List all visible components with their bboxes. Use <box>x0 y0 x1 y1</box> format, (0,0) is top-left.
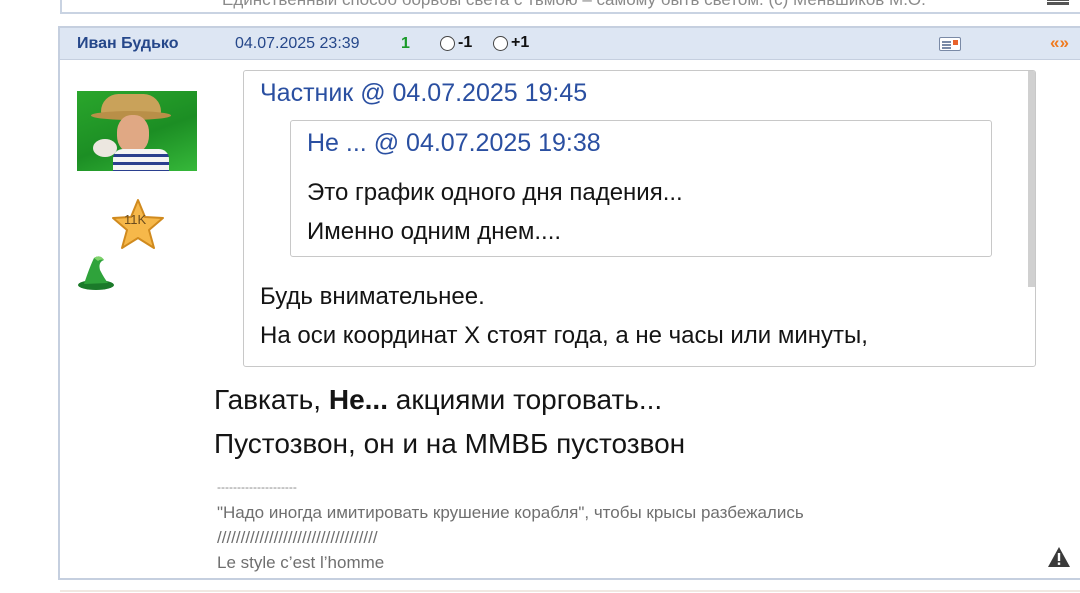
reply-text: акциями торговать... <box>387 384 663 415</box>
nested-quote-line: Именно одним днем.... <box>307 218 562 245</box>
reply-line: Пустозвон, он и на ММВБ пустозвон <box>214 428 686 459</box>
quote-at: @ <box>360 79 386 107</box>
nested-quote-author[interactable]: Не ... <box>307 129 367 157</box>
nested-quote-line: Это график одного дня падения... <box>307 179 683 206</box>
author-name[interactable]: Иван Будько <box>77 35 178 53</box>
previous-post-signature: Единственный способ борьбы света с тьмою… <box>222 0 926 10</box>
quote-reply-button[interactable]: «» <box>1050 33 1069 53</box>
quote-line: Будь внимательнее. <box>260 283 485 310</box>
reply-text: Гавкать, <box>214 384 329 415</box>
vote-plus-radio[interactable] <box>493 35 508 51</box>
nested-quote-block: Не ... @ 04.07.2025 19:38 Это график одн… <box>290 120 992 257</box>
vote-minus-button[interactable]: -1 <box>440 34 472 52</box>
post-date[interactable]: 04.07.2025 23:39 <box>235 35 360 53</box>
signature-motto: Le style c’est l’homme <box>217 553 385 572</box>
reply-mention: Не... <box>328 384 388 415</box>
post-rating: 1 <box>401 35 410 52</box>
post-header: Иван Будько 04.07.2025 23:39 1 -1 +1 «» <box>60 28 1080 60</box>
reply-line: Гавкать, Не... акциями торговать... <box>214 384 662 416</box>
quote-block: Частник @ 04.07.2025 19:45 Не ... @ 04.0… <box>243 70 1036 367</box>
menu-icon[interactable] <box>1047 2 1069 5</box>
nested-quote-at: @ <box>373 129 400 157</box>
nested-quote-header: Не ... @ 04.07.2025 19:38 <box>307 129 601 158</box>
avatar[interactable] <box>77 91 197 171</box>
quote-scrollbar[interactable] <box>1028 71 1035 287</box>
signature-slashes: ////////////////////////////////// <box>217 528 378 547</box>
rank-badge: 11K <box>124 212 147 227</box>
signature-separator: -------------------- <box>217 480 297 494</box>
nested-quote-date[interactable]: 04.07.2025 19:38 <box>406 129 601 157</box>
previous-post: Единственный способ борьбы света с тьмою… <box>60 0 1080 14</box>
warning-icon[interactable] <box>1047 546 1071 568</box>
quote-line: На оси координат Х стоят года, а не часы… <box>260 322 868 349</box>
vote-plus-label: +1 <box>511 34 530 51</box>
quote-header: Частник @ 04.07.2025 19:45 <box>260 79 587 108</box>
quote-date[interactable]: 04.07.2025 19:45 <box>393 79 588 107</box>
signature-quote: "Надо иногда имитировать крушение корабл… <box>217 503 804 522</box>
envelope-icon[interactable] <box>939 37 961 51</box>
wizard-hat-icon <box>78 256 114 290</box>
next-post-edge <box>60 590 1080 592</box>
vote-minus-radio[interactable] <box>440 35 455 51</box>
vote-minus-label: -1 <box>458 34 473 51</box>
vote-plus-button[interactable]: +1 <box>493 34 529 52</box>
forum-post: Иван Будько 04.07.2025 23:39 1 -1 +1 «» … <box>58 26 1080 580</box>
quote-author[interactable]: Частник <box>260 79 353 107</box>
